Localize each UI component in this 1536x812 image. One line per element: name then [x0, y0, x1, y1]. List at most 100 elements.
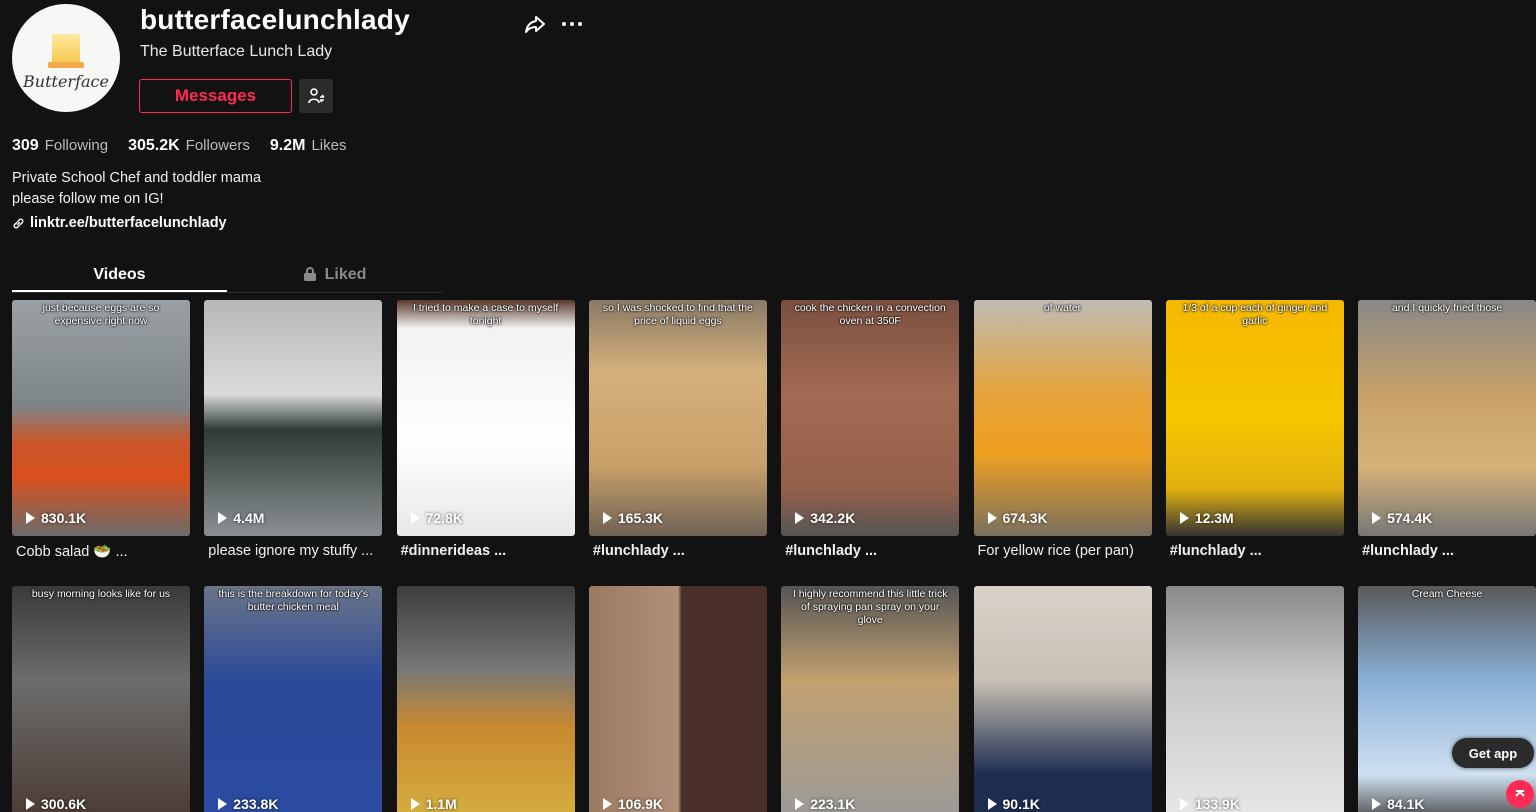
profile-avatar[interactable]: Butterface — [12, 4, 120, 112]
play-count-value: 4.4M — [233, 510, 265, 526]
video-thumbnail — [781, 300, 960, 536]
video-thumbnail — [588, 586, 767, 812]
video-thumbnail — [1165, 300, 1344, 536]
arrow-up-icon — [1515, 790, 1525, 797]
play-count-value: 84.1K — [1387, 796, 1425, 812]
profile-username: butterfacelunchlady — [140, 4, 410, 35]
video-card[interactable]: so I was shocked to find that the price … — [588, 300, 767, 536]
video-caption[interactable]: #dinnerideas ... — [397, 543, 575, 559]
video-card[interactable]: and I quickly fried those 574.4K — [1358, 300, 1536, 536]
thumbnail-overlay-text: Cream Cheese — [1411, 588, 1483, 600]
video-thumbnail — [12, 586, 190, 812]
followers-stat[interactable]: 305.2K Followers — [128, 137, 250, 155]
play-icon — [602, 798, 612, 810]
thumbnail-overlay-text: I highly recommend this little trick of … — [792, 588, 948, 626]
messages-button[interactable]: Messages — [139, 79, 292, 113]
play-icon — [410, 512, 420, 524]
play-count: 1.1M — [410, 796, 457, 812]
play-icon — [218, 798, 228, 810]
video-card[interactable]: 1/3 of a cup each of ginger and garlic 12… — [1165, 300, 1344, 536]
play-icon — [1179, 512, 1189, 524]
video-caption[interactable]: #lunchlady ... — [1358, 543, 1536, 559]
play-icon — [218, 512, 228, 524]
play-count-value: 106.9K — [617, 796, 664, 812]
video-card[interactable]: 90.1K — [973, 586, 1152, 812]
play-count: 574.4K — [1372, 510, 1432, 526]
video-card[interactable]: Cream Cheese 84.1K — [1358, 586, 1536, 812]
play-count: 223.1K — [795, 796, 855, 812]
profile-stats: 309 Following 305.2K Followers 9.2M Likes — [12, 137, 346, 155]
link-icon — [13, 218, 24, 228]
video-card[interactable]: 4.4M — [204, 300, 383, 536]
play-count-value: 165.3K — [617, 510, 664, 526]
video-card[interactable]: this is the breakdown for today's butter… — [204, 586, 383, 812]
play-count: 300.6K — [26, 796, 86, 812]
play-count: 165.3K — [602, 510, 664, 526]
play-icon — [26, 798, 35, 810]
play-count-value: 12.3M — [1194, 510, 1234, 526]
video-card[interactable]: of water 674.3K — [973, 300, 1152, 536]
play-count-value: 674.3K — [1002, 510, 1048, 526]
more-options-icon[interactable] — [560, 12, 584, 36]
video-card[interactable]: just because eggs are so expensive right… — [12, 300, 190, 536]
video-thumbnail — [1358, 300, 1536, 536]
play-count: 106.9K — [602, 796, 664, 812]
tab-videos[interactable]: Videos — [12, 258, 227, 292]
play-icon — [795, 798, 805, 810]
video-card[interactable]: cook the chicken in a convection oven at… — [781, 300, 960, 536]
thumbnail-overlay-text: 1/3 of a cup each of ginger and garlic — [1182, 302, 1328, 327]
video-caption[interactable]: For yellow rice (per pan) — [974, 543, 1152, 559]
play-count-value: 223.1K — [810, 796, 856, 812]
play-count: 4.4M — [218, 510, 264, 526]
video-card[interactable]: 106.9K — [588, 586, 767, 812]
play-count: 84.1K — [1372, 796, 1424, 812]
video-caption[interactable]: please ignore my stuffy ... — [204, 543, 382, 559]
thumbnail-overlay-text: I tried to make a case to myself tonight — [412, 302, 559, 327]
video-card[interactable]: I tried to make a case to myself tonight… — [396, 300, 575, 536]
play-count-value: 574.4K — [1387, 510, 1433, 526]
play-icon — [602, 512, 612, 524]
thumbnail-overlay-text: busy morning looks like for us — [31, 588, 171, 600]
play-icon — [987, 798, 997, 810]
play-icon — [26, 512, 35, 524]
butter-logo-icon — [48, 33, 84, 68]
video-caption[interactable]: #lunchlady ... — [589, 543, 767, 559]
play-count-value: 830.1K — [41, 510, 87, 526]
video-caption[interactable]: #lunchlady ... — [1166, 543, 1344, 559]
user-swap-icon — [308, 88, 325, 104]
bio-line: Private School Chef and toddler mama — [12, 170, 262, 186]
video-card[interactable]: 133.9K — [1165, 586, 1344, 812]
video-thumbnail — [588, 300, 767, 536]
play-count: 342.2K — [795, 510, 855, 526]
thumbnail-overlay-text: cook the chicken in a convection oven at… — [794, 302, 946, 327]
play-count-value: 133.9K — [1194, 796, 1240, 812]
follow-toggle-button[interactable] — [299, 79, 333, 113]
play-count-value: 72.8K — [425, 510, 463, 526]
video-card[interactable]: busy morning looks like for us 300.6K — [12, 586, 190, 812]
video-caption[interactable]: Cobb salad 🥗 ... — [12, 543, 190, 560]
video-thumbnail — [973, 586, 1152, 812]
play-count-value: 233.8K — [233, 796, 279, 812]
video-caption[interactable]: #lunchlady ... — [781, 543, 959, 559]
following-stat[interactable]: 309 Following — [12, 137, 108, 155]
scroll-to-top-button[interactable] — [1506, 780, 1534, 808]
share-icon[interactable] — [523, 12, 547, 36]
play-icon — [795, 512, 805, 524]
bio-line: please follow me on IG! — [12, 191, 164, 207]
video-thumbnail — [204, 300, 383, 536]
play-icon — [1372, 512, 1382, 524]
video-thumbnail — [1165, 586, 1344, 812]
video-card[interactable]: I highly recommend this little trick of … — [781, 586, 960, 812]
video-thumbnail — [1358, 586, 1536, 812]
thumbnail-overlay-text: just because eggs are so expensive right… — [42, 302, 160, 327]
video-card[interactable]: 1.1M — [396, 586, 575, 812]
video-thumbnail — [204, 586, 383, 812]
play-icon — [1372, 798, 1382, 810]
get-app-button[interactable]: Get app — [1452, 738, 1534, 768]
play-count: 133.9K — [1179, 796, 1240, 812]
play-count: 72.8K — [410, 510, 463, 526]
profile-link[interactable]: linktr.ee/butterfacelunchlady — [12, 215, 227, 231]
tab-liked[interactable]: Liked — [227, 258, 442, 292]
play-count-value: 342.2K — [810, 510, 856, 526]
play-icon — [1179, 798, 1189, 810]
